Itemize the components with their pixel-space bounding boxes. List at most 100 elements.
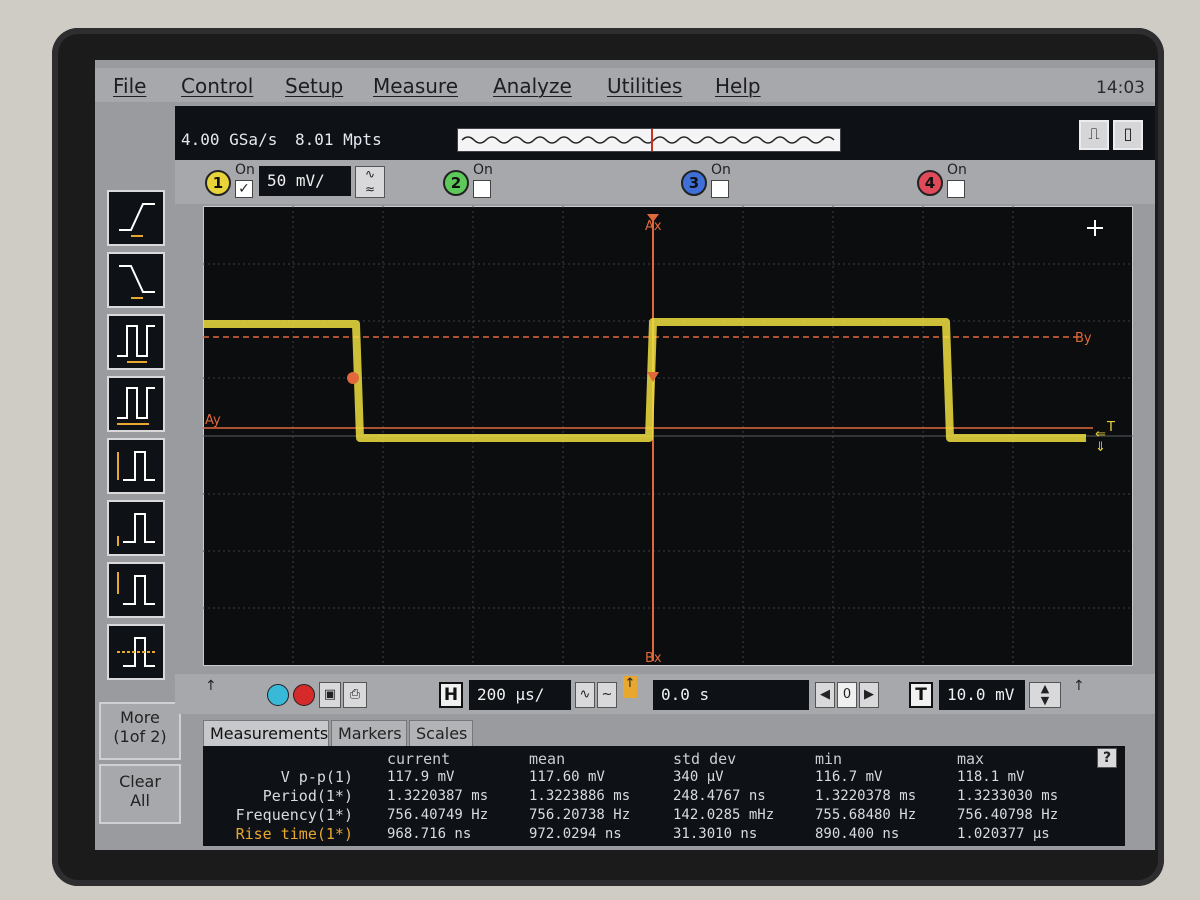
channel-2-on-label: On <box>473 162 493 178</box>
channel-2-checkbox[interactable] <box>473 180 491 198</box>
overview-wave-icon <box>461 136 835 144</box>
menu-utilities[interactable]: Utilities <box>607 74 682 98</box>
delay-reference-icon: ↑ <box>623 676 637 698</box>
tab-measurements[interactable]: Measurements <box>203 720 329 746</box>
more-button[interactable]: More (1of 2) <box>99 702 181 760</box>
measurement-value: 968.716 ns <box>387 826 472 842</box>
clear-all-button[interactable]: Clear All <box>99 764 181 824</box>
channel-1-scale-spinner[interactable]: ∿ ≈ <box>355 166 385 198</box>
waveform-display[interactable]: Ax Bx Ay By T ⇐ ⇓ <box>203 206 1133 666</box>
channel-bar: 1 On ✓ 50 mV/ ∿ ≈ 2 On 3 On 4 On <box>175 160 1155 204</box>
rise-time-tool[interactable] <box>107 190 165 246</box>
delay-right-icon[interactable]: ▶ <box>859 682 879 708</box>
clock: 14:03 <box>1096 78 1145 98</box>
measurement-value: 755.68480 Hz <box>815 807 917 823</box>
channel-3-checkbox[interactable] <box>711 180 729 198</box>
channel-3-badge[interactable]: 3 <box>681 170 707 196</box>
menu-control[interactable]: Control <box>181 74 253 98</box>
measurement-value: 890.400 ns <box>815 826 900 842</box>
autoscale-icon[interactable]: ▣ <box>319 682 341 708</box>
channel-4-badge[interactable]: 4 <box>917 170 943 196</box>
delay-center-value[interactable]: 0 <box>837 682 857 708</box>
menu-setup[interactable]: Setup <box>285 74 343 98</box>
measurement-value: 1.3233030 ms <box>957 788 1059 804</box>
marker-ax-label: Ax <box>645 219 662 234</box>
tab-markers[interactable]: Markers <box>331 720 407 746</box>
horizontal-scale[interactable]: 200 µs/ <box>469 680 571 710</box>
pulse-amplitude-icon <box>117 513 155 546</box>
scale-coarse-icon[interactable]: ∿ <box>575 682 595 708</box>
column-min: min <box>815 750 843 768</box>
marker-bx-label: Bx <box>645 651 662 666</box>
run-button[interactable] <box>267 684 289 706</box>
horizontal-label: H <box>439 682 463 708</box>
measurement-name[interactable]: Period(1*) <box>203 787 353 805</box>
channel-1-scale[interactable]: 50 mV/ <box>259 166 351 196</box>
measurement-name[interactable]: V p-p(1) <box>203 768 353 786</box>
measurement-toolbar <box>99 180 175 700</box>
marker-by-label: By <box>1075 331 1092 346</box>
fall-time-tool[interactable] <box>107 252 165 308</box>
peak-to-peak-tool[interactable] <box>107 438 165 494</box>
sample-rate: 4.00 GSa/s <box>181 130 278 149</box>
trigger-level-label: T <box>1106 420 1115 435</box>
help-button[interactable]: ? <box>1097 748 1117 768</box>
delay-left-icon[interactable]: ◀ <box>815 682 835 708</box>
menu-bar: File Control Setup Measure Analyze Utili… <box>95 68 1155 102</box>
measurement-name[interactable]: Rise time(1*) <box>203 825 353 843</box>
trigger-level[interactable]: 10.0 mV <box>939 680 1025 710</box>
period-tool[interactable] <box>107 314 165 370</box>
print-icon[interactable]: ⎙ <box>343 682 367 708</box>
trigger-level-spinner[interactable]: ▲ ▼ <box>1029 682 1061 708</box>
clear-label: Clear <box>119 772 161 791</box>
stop-button[interactable] <box>293 684 315 706</box>
measurement-value: 142.0285 mHz <box>673 807 775 823</box>
pulse-average-icon <box>117 637 157 667</box>
mouse-icon[interactable]: ▯ <box>1113 120 1143 150</box>
measurement-value: 1.3223886 ms <box>529 788 631 804</box>
measurement-value: 117.60 mV <box>529 769 605 785</box>
acquisition-status-bar: 4.00 GSa/s 8.01 Mpts ⎍ ▯ <box>175 106 1155 160</box>
menu-analyze[interactable]: Analyze <box>493 74 572 98</box>
marker-a-handle[interactable] <box>347 372 359 384</box>
scale-fine-icon[interactable]: ~ <box>597 682 617 708</box>
menu-help[interactable]: Help <box>715 74 761 98</box>
measurement-value: 756.20738 Hz <box>529 807 631 823</box>
channel-4-checkbox[interactable] <box>947 180 965 198</box>
channel-1-on-label: On <box>235 162 255 178</box>
measurement-value: 117.9 mV <box>387 769 455 785</box>
measurements-panel: current mean std dev min max V p-p(1) 117… <box>203 746 1125 846</box>
pulse-view-icon[interactable]: ⎍ <box>1079 120 1109 150</box>
channel-4-on-label: On <box>947 162 967 178</box>
channel-1-badge[interactable]: 1 <box>205 170 231 196</box>
measurement-value: 1.020377 µs <box>957 826 1050 842</box>
tab-scales[interactable]: Scales <box>409 720 473 746</box>
maximum-tool[interactable] <box>107 562 165 618</box>
horizontal-delay[interactable]: 0.0 s <box>653 680 809 710</box>
column-current: current <box>387 750 451 768</box>
trigger-arrow-up-icon: ↑ <box>1073 678 1085 694</box>
channel-1-checkbox[interactable]: ✓ <box>235 180 253 198</box>
menu-measure[interactable]: Measure <box>373 74 458 98</box>
average-tool[interactable] <box>107 624 165 680</box>
pulse-top-icon <box>117 572 155 605</box>
all-label: All <box>130 791 150 810</box>
amplitude-tool[interactable] <box>107 500 165 556</box>
measurement-value: 756.40749 Hz <box>387 807 489 823</box>
more-label: More <box>120 708 160 727</box>
column-std-dev: std dev <box>673 750 737 768</box>
measurement-value: 1.3220387 ms <box>387 788 489 804</box>
channel-2-badge[interactable]: 2 <box>443 170 469 196</box>
measurement-value: 116.7 mV <box>815 769 883 785</box>
frequency-tool[interactable] <box>107 376 165 432</box>
measurement-value: 248.4767 ns <box>673 788 766 804</box>
view-buttons: ⎍ ▯ <box>1079 120 1149 154</box>
period-icon <box>117 325 155 363</box>
rise-edge-icon <box>119 203 155 237</box>
waveform-overview[interactable] <box>457 128 841 152</box>
measurement-value: 118.1 mV <box>957 769 1025 785</box>
measurement-value: 340 µV <box>673 769 724 785</box>
measurement-value: 31.3010 ns <box>673 826 758 842</box>
measurement-name[interactable]: Frequency(1*) <box>203 806 353 824</box>
menu-file[interactable]: File <box>113 74 146 98</box>
